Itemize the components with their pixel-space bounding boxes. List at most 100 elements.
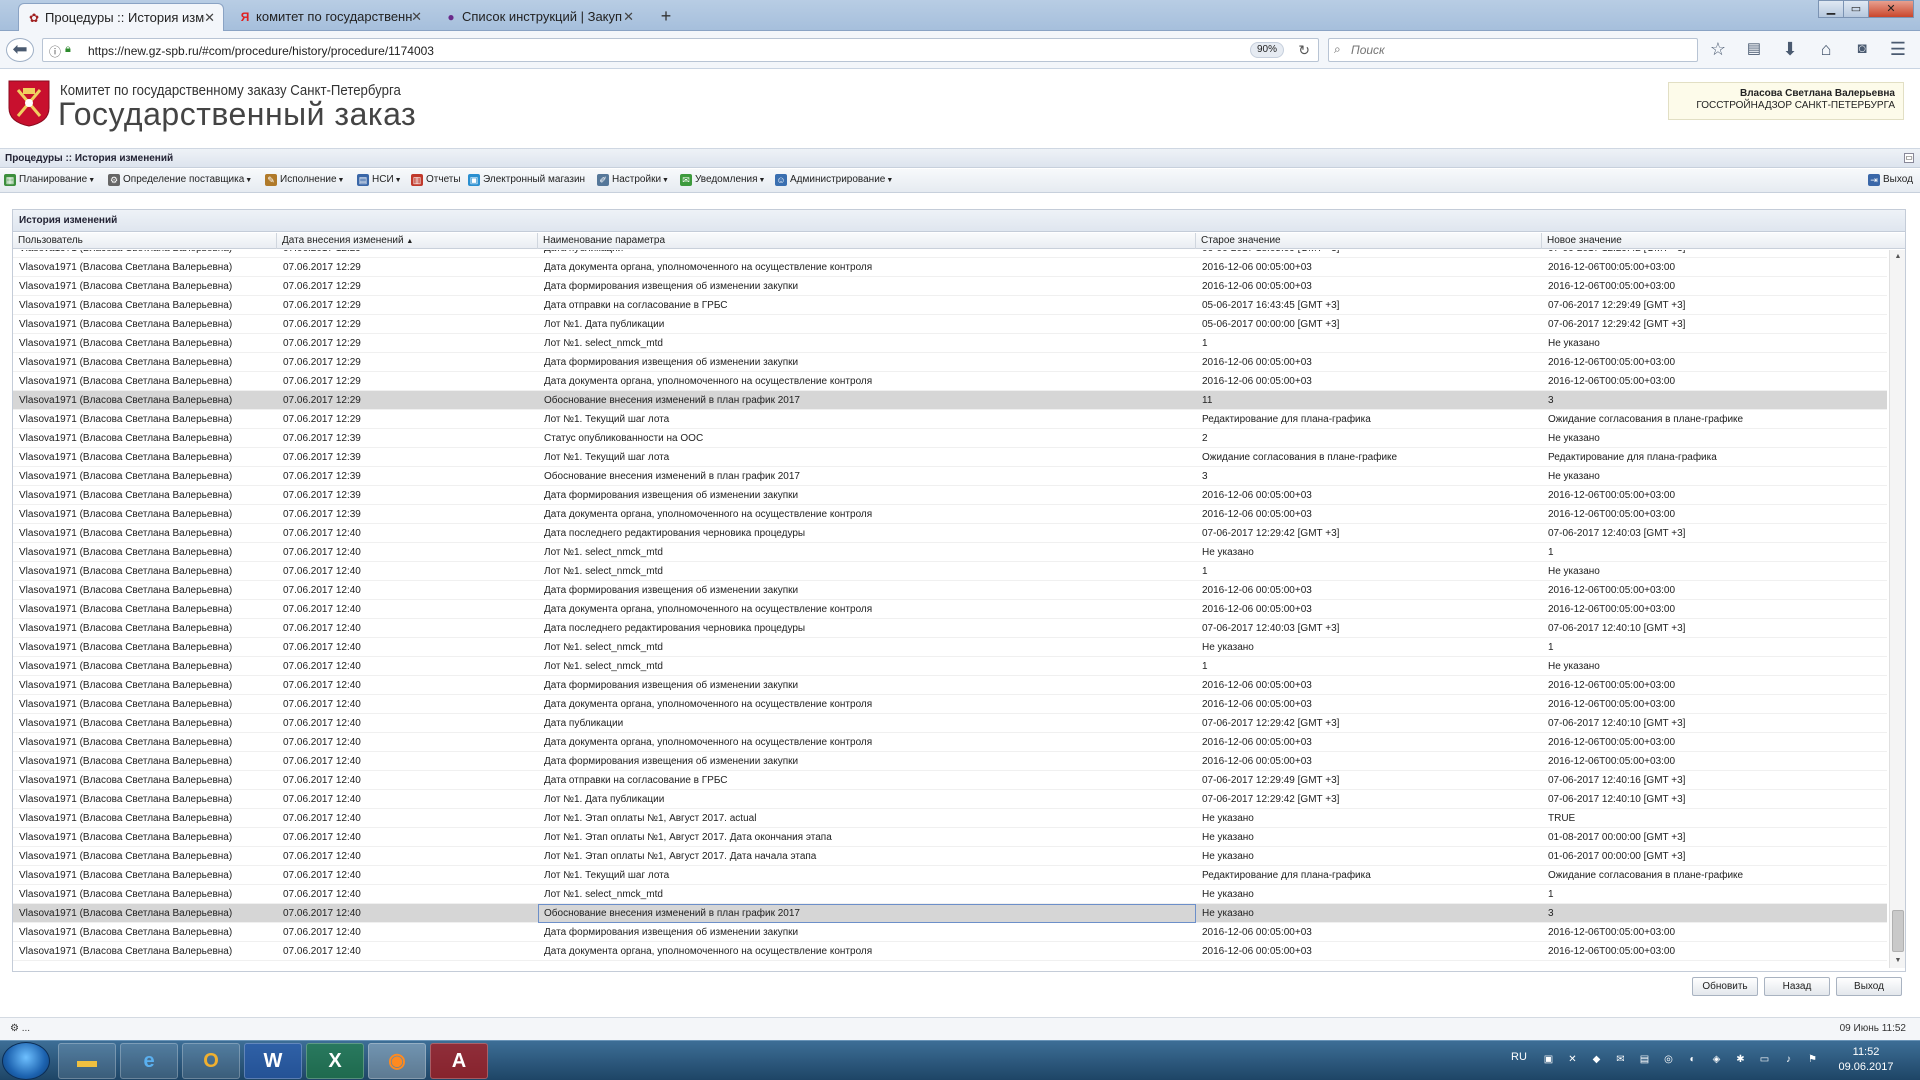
reload-icon[interactable]: ↻ [1298, 42, 1310, 59]
antivirus-tray-icon[interactable]: ✕ [1566, 1053, 1579, 1066]
column-header-new-value[interactable]: Новое значение [1542, 233, 1905, 249]
bookmark-star-icon[interactable]: ☆ [1706, 39, 1730, 59]
column-header-user[interactable]: Пользователь [13, 233, 277, 249]
browser-tab-committee[interactable]: Я комитет по государственно ✕ [230, 3, 430, 31]
home-icon[interactable]: ⌂ [1814, 39, 1838, 59]
column-header-parameter[interactable]: Наименование параметра [538, 233, 1196, 249]
table-row[interactable]: Vlasova1971 (Власова Светлана Валерьевна… [13, 486, 1887, 505]
browser-tab-instructions[interactable]: ● Список инструкций | Закуп ✕ [436, 3, 642, 31]
table-row[interactable]: Vlasova1971 (Власова Светлана Валерьевна… [13, 372, 1887, 391]
table-row[interactable]: Vlasova1971 (Власова Светлана Валерьевна… [13, 752, 1887, 771]
sync-tray-icon[interactable]: ◆ [1590, 1053, 1603, 1066]
flag-tray-icon[interactable]: ⚑ [1806, 1053, 1819, 1066]
column-header-date[interactable]: Дата внесения изменений ▲ [277, 233, 538, 249]
back-button[interactable]: Назад [1764, 977, 1830, 996]
scroll-down-arrow-icon[interactable]: ▼ [1890, 954, 1906, 968]
outlook-icon[interactable]: O [182, 1043, 240, 1079]
table-row[interactable]: Vlasova1971 (Власова Светлана Валерьевна… [13, 524, 1887, 543]
close-tab-icon[interactable]: ✕ [411, 3, 422, 31]
table-row[interactable]: Vlasova1971 (Власова Светлана Валерьевна… [13, 429, 1887, 448]
back-arrow-icon[interactable]: ⬅ [6, 38, 34, 62]
menu-item-settings[interactable]: ✐ Настройки▼ [597, 174, 669, 188]
table-row[interactable]: Vlasova1971 (Власова Светлана Валерьевна… [13, 296, 1887, 315]
ie-icon[interactable]: e [120, 1043, 178, 1079]
pocket-icon[interactable]: ◙ [1850, 39, 1874, 59]
close-window-button[interactable]: ✕ [1868, 0, 1914, 18]
zoom-level-badge[interactable]: 90% [1249, 42, 1284, 58]
table-row[interactable]: Vlasova1971 (Власова Светлана Валерьевна… [13, 619, 1887, 638]
table-row[interactable]: Vlasova1971 (Власова Светлана Валерьевна… [13, 771, 1887, 790]
table-row[interactable]: Vlasova1971 (Власова Светлана Валерьевна… [13, 334, 1887, 353]
menu-item-supplier[interactable]: ⚙ Определение поставщика▼ [108, 174, 252, 188]
table-row[interactable]: Vlasova1971 (Власова Светлана Валерьевна… [13, 258, 1887, 277]
column-header-old-value[interactable]: Старое значение [1196, 233, 1542, 249]
mail-tray-icon[interactable]: ✉ [1614, 1053, 1627, 1066]
table-row[interactable]: Vlasova1971 (Власова Светлана Валерьевна… [13, 885, 1887, 904]
system-clock[interactable]: 11:52 09.06.2017 [1826, 1045, 1906, 1075]
minimize-window-button[interactable]: ▁ [1818, 0, 1844, 18]
security-tray-icon[interactable]: ◈ [1710, 1053, 1723, 1066]
exit-button[interactable]: Выход [1836, 977, 1902, 996]
search-input[interactable] [1351, 42, 1691, 58]
table-row[interactable]: Vlasova1971 (Власова Светлана Валерьевна… [13, 543, 1887, 562]
hamburger-menu-icon[interactable]: ☰ [1886, 39, 1910, 59]
table-row[interactable]: Vlasova1971 (Власова Светлана Валерьевна… [13, 790, 1887, 809]
table-row[interactable]: Vlasova1971 (Власова Светлана Валерьевна… [13, 277, 1887, 296]
table-row[interactable]: Vlasova1971 (Власова Светлана Валерьевна… [13, 714, 1887, 733]
browser-tray-icon[interactable]: ◎ [1662, 1053, 1675, 1066]
menu-item-admin[interactable]: ☺ Администрирование▼ [775, 174, 893, 188]
display-tray-icon[interactable]: ▭ [1758, 1053, 1771, 1066]
browser-tab-procedures[interactable]: ✿ Процедуры :: История изме ✕ [18, 3, 224, 31]
table-row[interactable]: Vlasova1971 (Власова Светлана Валерьевна… [13, 250, 1887, 258]
table-row[interactable]: Vlasova1971 (Власова Светлана Валерьевна… [13, 353, 1887, 372]
library-icon[interactable]: ▤ [1742, 39, 1766, 59]
table-row[interactable]: Vlasova1971 (Власова Светлана Валерьевна… [13, 410, 1887, 429]
table-row[interactable]: Vlasova1971 (Власова Светлана Валерьевна… [13, 733, 1887, 752]
word-icon[interactable]: W [244, 1043, 302, 1079]
table-row[interactable]: Vlasova1971 (Власова Светлана Валерьевна… [13, 448, 1887, 467]
menu-exit-button[interactable]: ⇥ Выход [1868, 174, 1913, 188]
table-row[interactable]: Vlasova1971 (Власова Светлана Валерьевна… [13, 505, 1887, 524]
language-indicator[interactable]: RU [1511, 1051, 1527, 1063]
menu-item-execution[interactable]: ✎ Исполнение▼ [265, 174, 344, 188]
vertical-scrollbar[interactable]: ▲ ▼ [1889, 250, 1905, 968]
volume-icon[interactable]: ♪ [1782, 1053, 1795, 1066]
table-row[interactable]: Vlasova1971 (Власова Светлана Валерьевна… [13, 581, 1887, 600]
firefox-icon[interactable]: ◉ [368, 1043, 426, 1079]
table-row[interactable]: Vlasova1971 (Власова Светлана Валерьевна… [13, 866, 1887, 885]
bluetooth-tray-icon[interactable]: ✱ [1734, 1053, 1747, 1066]
info-icon[interactable]: ⓘ [49, 43, 61, 60]
table-row[interactable]: Vlasova1971 (Власова Светлана Валерьевна… [13, 315, 1887, 334]
folder-icon[interactable]: ▬ [58, 1043, 116, 1079]
table-row[interactable]: Vlasova1971 (Власова Светлана Валерьевна… [13, 942, 1887, 961]
url-text[interactable]: https://new.gz-spb.ru/#com/procedure/his… [88, 44, 434, 58]
menu-item-planning[interactable]: ▦ Планирование▼ [4, 174, 95, 188]
address-bar[interactable]: ⓘ 🔒︎ https://new.gz-spb.ru/#com/procedur… [42, 38, 1319, 62]
download-icon[interactable]: ⬇ [1778, 39, 1802, 59]
start-button[interactable] [2, 1042, 50, 1080]
refresh-button[interactable]: Обновить [1692, 977, 1758, 996]
table-row[interactable]: Vlasova1971 (Власова Светлана Валерьевна… [13, 904, 1887, 923]
maximize-window-button[interactable]: ▭ [1843, 0, 1869, 18]
table-row[interactable]: Vlasova1971 (Власова Светлана Валерьевна… [13, 676, 1887, 695]
table-row[interactable]: Vlasova1971 (Власова Светлана Валерьевна… [13, 923, 1887, 942]
table-row[interactable]: Vlasova1971 (Власова Светлана Валерьевна… [13, 809, 1887, 828]
menu-item-shop[interactable]: ▣ Электронный магазин [468, 174, 585, 188]
menu-item-reference[interactable]: ▤ НСИ▼ [357, 174, 402, 188]
table-row[interactable]: Vlasova1971 (Власова Светлана Валерьевна… [13, 391, 1887, 410]
printer-tray-icon[interactable]: ▤ [1638, 1053, 1651, 1066]
table-row[interactable]: Vlasova1971 (Власова Светлана Валерьевна… [13, 847, 1887, 866]
scroll-up-arrow-icon[interactable]: ▲ [1890, 250, 1906, 264]
excel-icon[interactable]: X [306, 1043, 364, 1079]
scrollbar-thumb[interactable] [1892, 910, 1904, 952]
table-row[interactable]: Vlasova1971 (Власова Светлана Валерьевна… [13, 657, 1887, 676]
table-row[interactable]: Vlasova1971 (Власова Светлана Валерьевна… [13, 467, 1887, 486]
table-row[interactable]: Vlasova1971 (Власова Светлана Валерьевна… [13, 562, 1887, 581]
table-row[interactable]: Vlasova1971 (Власова Светлана Валерьевна… [13, 600, 1887, 619]
table-row[interactable]: Vlasova1971 (Власова Светлана Валерьевна… [13, 828, 1887, 847]
table-row[interactable]: Vlasova1971 (Власова Светлана Валерьевна… [13, 638, 1887, 657]
close-tab-icon[interactable]: ✕ [204, 4, 215, 31]
network-tray-icon[interactable]: ▣ [1542, 1053, 1555, 1066]
table-row[interactable]: Vlasova1971 (Власова Светлана Валерьевна… [13, 695, 1887, 714]
update-tray-icon[interactable]: ◐ [1686, 1053, 1699, 1066]
